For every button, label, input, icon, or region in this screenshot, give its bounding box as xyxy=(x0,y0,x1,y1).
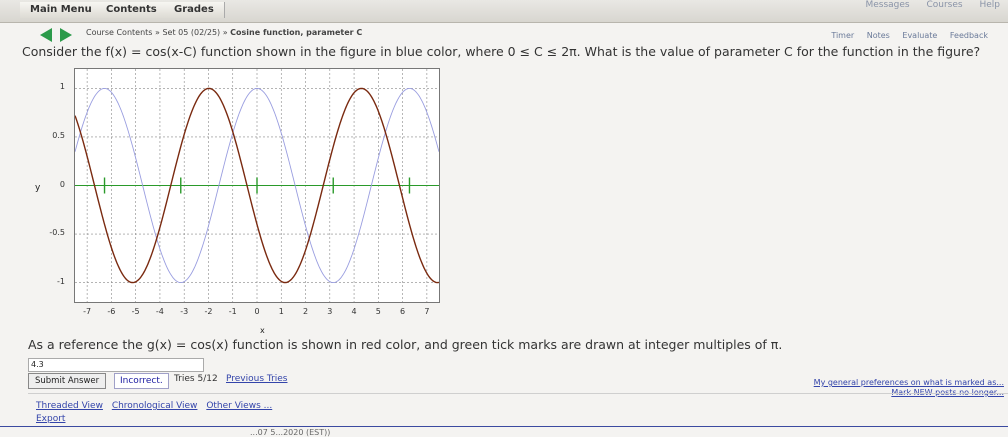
contents-tab[interactable]: Contents xyxy=(96,2,168,18)
breadcrumb-separator: » xyxy=(222,28,228,37)
feedback-link[interactable]: Feedback xyxy=(950,31,988,40)
breadcrumb-course-contents[interactable]: Course Contents xyxy=(86,28,152,37)
x-tick-label: 7 xyxy=(424,307,430,316)
y-tick-label: -1 xyxy=(57,276,65,286)
divider xyxy=(28,393,1008,394)
y-tick-label: 0 xyxy=(59,179,65,189)
question-text: Consider the f(x) = cos(x-C) function sh… xyxy=(22,44,981,59)
submit-answer-button[interactable]: Submit Answer xyxy=(28,373,107,389)
x-tick-label: -7 xyxy=(83,307,92,316)
x-axis-label: x xyxy=(260,326,265,335)
notes-link[interactable]: Notes xyxy=(867,31,890,40)
grades-tab[interactable]: Grades xyxy=(164,2,225,18)
forward-arrow-icon[interactable] xyxy=(60,28,72,42)
breadcrumb-current: Cosine function, parameter C xyxy=(230,28,363,37)
status-badge: Incorrect. xyxy=(114,373,169,389)
x-tick-label: 6 xyxy=(400,307,406,316)
x-tick-label: 5 xyxy=(375,307,381,316)
y-tick-label: -0.5 xyxy=(49,228,65,238)
x-tick-label: 2 xyxy=(302,307,309,316)
x-tick-label: -1 xyxy=(228,307,237,316)
reference-text: As a reference the g(x) = cos(x) functio… xyxy=(28,337,783,352)
answer-input[interactable]: 4.3 xyxy=(28,358,204,372)
other-views-link[interactable]: Other Views ... xyxy=(206,401,272,411)
top-menu-bar: Main Menu Contents Grades Messages Cours… xyxy=(0,0,1008,23)
timer-link[interactable]: Timer xyxy=(831,31,854,40)
x-tick-label: -5 xyxy=(131,307,140,316)
timestamp: ...07 5...2020 (EST)) xyxy=(250,428,331,437)
chronological-view-link[interactable]: Chronological View xyxy=(112,401,198,411)
courses-link[interactable]: Courses xyxy=(926,0,962,10)
plot-canvas xyxy=(74,69,440,302)
y-tick-label: 1 xyxy=(59,82,65,92)
function-plot xyxy=(74,68,440,303)
x-tick-label: 0 xyxy=(254,307,260,316)
main-menu-tab[interactable]: Main Menu xyxy=(20,2,103,18)
tries-count: Tries 5/12 xyxy=(174,374,218,384)
back-arrow-icon[interactable] xyxy=(40,28,52,42)
preferences-links: My general preferences on what is marked… xyxy=(814,378,1004,398)
messages-link[interactable]: Messages xyxy=(865,0,909,10)
breadcrumb: Course Contents » Set 05 (02/25) » Cosin… xyxy=(86,28,362,37)
x-tick-label: -6 xyxy=(107,307,116,316)
x-tick-label: -4 xyxy=(155,307,164,316)
x-tick-label: 4 xyxy=(351,307,357,316)
discussion-view-links: Threaded View Chronological View Other V… xyxy=(36,401,278,411)
y-tick-label: 0.5 xyxy=(52,130,65,140)
general-preferences-link[interactable]: My general preferences on what is marked… xyxy=(814,378,1004,388)
previous-tries-link[interactable]: Previous Tries xyxy=(226,374,288,384)
x-tick-label: -2 xyxy=(204,307,213,316)
evaluate-link[interactable]: Evaluate xyxy=(902,31,937,40)
breadcrumb-set[interactable]: Set 05 (02/25) xyxy=(162,28,220,37)
x-tick-label: -3 xyxy=(180,307,189,316)
export-link[interactable]: Export xyxy=(36,414,65,424)
x-tick-label: 1 xyxy=(278,307,284,316)
top-links: Messages Courses Help xyxy=(851,0,1000,10)
tool-links: Timer Notes Evaluate Feedback xyxy=(821,31,988,40)
x-tick-label: 3 xyxy=(327,307,333,316)
divider xyxy=(0,426,1008,427)
threaded-view-link[interactable]: Threaded View xyxy=(36,401,103,411)
breadcrumb-separator: » xyxy=(155,28,160,37)
help-link[interactable]: Help xyxy=(979,0,1000,10)
